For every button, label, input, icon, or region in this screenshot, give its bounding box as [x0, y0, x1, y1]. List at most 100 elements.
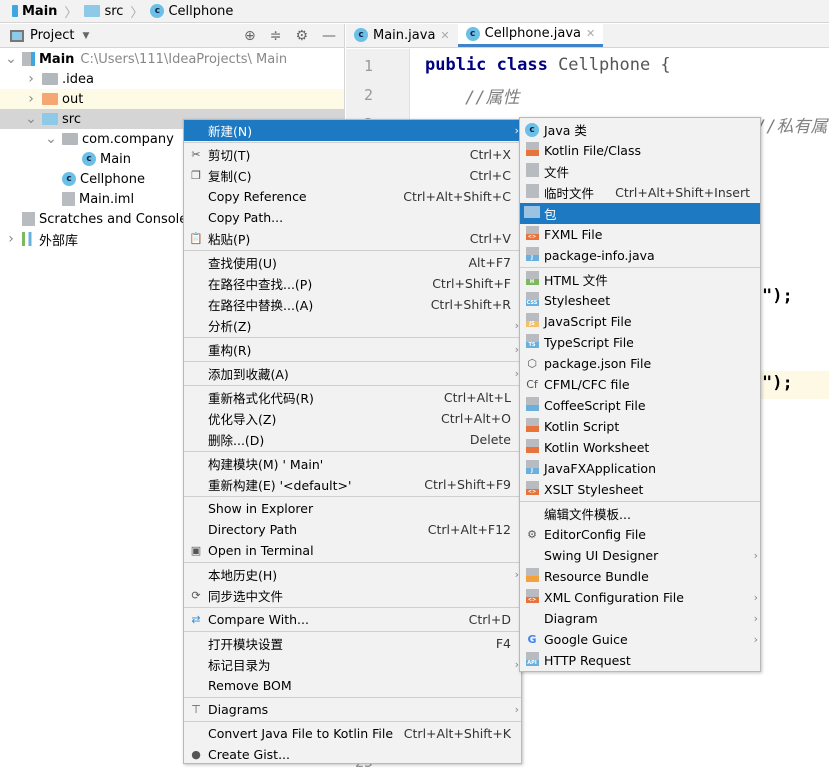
menu-item[interactable]: 构建模块(M) ' Main': [184, 453, 521, 474]
chevron-right-icon: ›: [753, 549, 758, 562]
menu-item[interactable]: Cf CFML/CFC file: [520, 374, 760, 395]
crosshair-icon[interactable]: ⊕: [244, 28, 256, 44]
menu-item-label: Directory Path: [208, 522, 298, 537]
menu-item[interactable]: CoffeeScript File: [520, 395, 760, 416]
menu-item-label: EditorConfig File: [544, 527, 646, 542]
menu-item[interactable]: 重新构建(E) '<default>' Ctrl+Shift+F9: [184, 474, 521, 495]
menu-item[interactable]: 文件: [520, 161, 760, 182]
menu-item[interactable]: ⇄ Compare With... Ctrl+D: [184, 609, 521, 630]
java-class-icon: c: [520, 122, 544, 137]
menu-item[interactable]: CSS Stylesheet: [520, 290, 760, 311]
package-icon: [62, 133, 78, 145]
code-line-2[interactable]: //属性: [465, 83, 519, 108]
menu-item[interactable]: 标记目录为 ›: [184, 654, 521, 675]
menu-item-shortcut: Ctrl+Shift+R: [430, 297, 511, 312]
chevron-right-icon[interactable]: ›: [24, 71, 38, 87]
menu-item[interactable]: 在路径中查找...(P) Ctrl+Shift+F: [184, 273, 521, 294]
menu-item[interactable]: Kotlin Worksheet: [520, 437, 760, 458]
menu-item[interactable]: 临时文件 Ctrl+Alt+Shift+Insert: [520, 182, 760, 203]
code-line-1[interactable]: public class Cellphone {: [425, 55, 671, 75]
xml-glyph: <>: [525, 589, 539, 603]
menu-item[interactable]: ⟳ 同步选中文件: [184, 585, 521, 606]
menu-item[interactable]: 查找使用(U) Alt+F7: [184, 252, 521, 273]
close-icon[interactable]: ✕: [586, 27, 595, 40]
menu-item[interactable]: ❐ 复制(C) Ctrl+C: [184, 165, 521, 186]
menu-item[interactable]: Convert Java File to Kotlin File Ctrl+Alt…: [184, 723, 521, 744]
menu-item[interactable]: 分析(Z) ›: [184, 315, 521, 336]
menu-item[interactable]: TS TypeScript File: [520, 332, 760, 353]
coffeescript-glyph: [525, 397, 539, 411]
collapse-icon[interactable]: ≑: [270, 28, 282, 44]
menu-item[interactable]: 包: [520, 203, 760, 224]
menu-item[interactable]: J JavaFXApplication: [520, 458, 760, 479]
menu-item[interactable]: G Google Guice ›: [520, 629, 760, 650]
chevron-right-icon: ›: [753, 612, 758, 625]
menu-item[interactable]: <> XML Configuration File ›: [520, 587, 760, 608]
code-line-12-tail[interactable]: ");: [762, 373, 793, 393]
menu-item[interactable]: 添加到收藏(A) ›: [184, 363, 521, 384]
chevron-down-icon[interactable]: ⌄: [4, 51, 18, 67]
menu-item[interactable]: <> FXML File: [520, 224, 760, 245]
menu-item[interactable]: Swing UI Designer ›: [520, 545, 760, 566]
menu-item[interactable]: 新建(N) ›: [184, 120, 521, 141]
chevron-right-icon[interactable]: ›: [4, 231, 18, 247]
close-icon[interactable]: ✕: [440, 29, 449, 42]
library-icon: [22, 232, 35, 246]
chevron-right-icon: ›: [753, 633, 758, 646]
breadcrumb-src[interactable]: src: [104, 4, 123, 19]
kotlin-worksheet-icon: [520, 439, 544, 456]
menu-item[interactable]: ⚙ EditorConfig File: [520, 524, 760, 545]
tree-item[interactable]: ⌄ Main C:\Users\111\IdeaProjects\ Main: [0, 49, 344, 69]
menu-item[interactable]: Remove BOM: [184, 675, 521, 696]
breadcrumb-main[interactable]: Main: [22, 4, 57, 19]
menu-item[interactable]: ▣ Open in Terminal: [184, 540, 521, 561]
menu-item[interactable]: Copy Reference Ctrl+Alt+Shift+C: [184, 186, 521, 207]
gear-icon[interactable]: ⚙: [295, 28, 308, 44]
minimize-icon[interactable]: —: [322, 28, 336, 44]
code-line-3-comment[interactable]: //私有属: [756, 112, 827, 137]
menu-item[interactable]: Show in Explorer: [184, 498, 521, 519]
tree-item[interactable]: › .idea: [0, 69, 344, 89]
menu-item[interactable]: JS JavaScript File: [520, 311, 760, 332]
menu-item[interactable]: Copy Path...: [184, 207, 521, 228]
menu-item[interactable]: Jpackage-info.java: [520, 245, 760, 266]
new-submenu: c Java 类 Kotlin File/Class 文件 临时文件 Ctrl+Alt+S…: [519, 117, 761, 672]
project-view-selector[interactable]: Project: [30, 28, 74, 43]
menu-item[interactable]: Diagram ›: [520, 608, 760, 629]
chevron-right-icon[interactable]: ›: [24, 91, 38, 107]
menu-item[interactable]: 优化导入(Z) Ctrl+Alt+O: [184, 408, 521, 429]
tree-item[interactable]: › out: [0, 89, 344, 109]
menu-item[interactable]: ● Create Gist...: [184, 744, 521, 765]
javascript-icon: JS: [520, 313, 544, 330]
menu-item[interactable]: ⊤ Diagrams ›: [184, 699, 521, 720]
menu-item[interactable]: ⬡ package.json File: [520, 353, 760, 374]
menu-item[interactable]: 编辑文件模板...: [520, 503, 760, 524]
menu-item[interactable]: 📋 粘贴(P) Ctrl+V: [184, 228, 521, 249]
menu-item-label: TypeScript File: [544, 335, 634, 350]
menu-item[interactable]: 在路径中替换...(A) Ctrl+Shift+R: [184, 294, 521, 315]
menu-item[interactable]: 重新格式化代码(R) Ctrl+Alt+L: [184, 387, 521, 408]
menu-item[interactable]: 打开模块设置 F4: [184, 633, 521, 654]
menu-item[interactable]: Directory Path Ctrl+Alt+F12: [184, 519, 521, 540]
menu-item[interactable]: c Java 类: [520, 119, 760, 140]
chevron-down-icon[interactable]: ▼: [82, 31, 89, 41]
chevron-down-icon[interactable]: ⌄: [24, 111, 38, 127]
chevron-down-icon[interactable]: ⌄: [44, 131, 58, 147]
breadcrumb-cellphone[interactable]: Cellphone: [168, 4, 233, 19]
kotlin-script-icon: [520, 418, 544, 435]
code-line-9-tail[interactable]: ");: [762, 286, 793, 306]
menu-item[interactable]: Kotlin File/Class: [520, 140, 760, 161]
menu-item[interactable]: API HTTP Request: [520, 650, 760, 671]
menu-item[interactable]: H HTML 文件: [520, 269, 760, 290]
resource-bundle-glyph: [525, 568, 539, 582]
menu-item[interactable]: 本地历史(H) ›: [184, 564, 521, 585]
menu-item[interactable]: 删除...(D) Delete: [184, 429, 521, 450]
menu-item-label: 分析(Z): [208, 319, 252, 334]
tab-main-java[interactable]: c Main.java ✕: [346, 23, 458, 47]
tab-cellphone-java[interactable]: c Cellphone.java ✕: [457, 23, 604, 47]
menu-item[interactable]: <> XSLT Stylesheet: [520, 479, 760, 500]
menu-item[interactable]: Resource Bundle: [520, 566, 760, 587]
menu-item[interactable]: 重构(R) ›: [184, 339, 521, 360]
menu-item[interactable]: ✂ 剪切(T) Ctrl+X: [184, 144, 521, 165]
menu-item[interactable]: Kotlin Script: [520, 416, 760, 437]
